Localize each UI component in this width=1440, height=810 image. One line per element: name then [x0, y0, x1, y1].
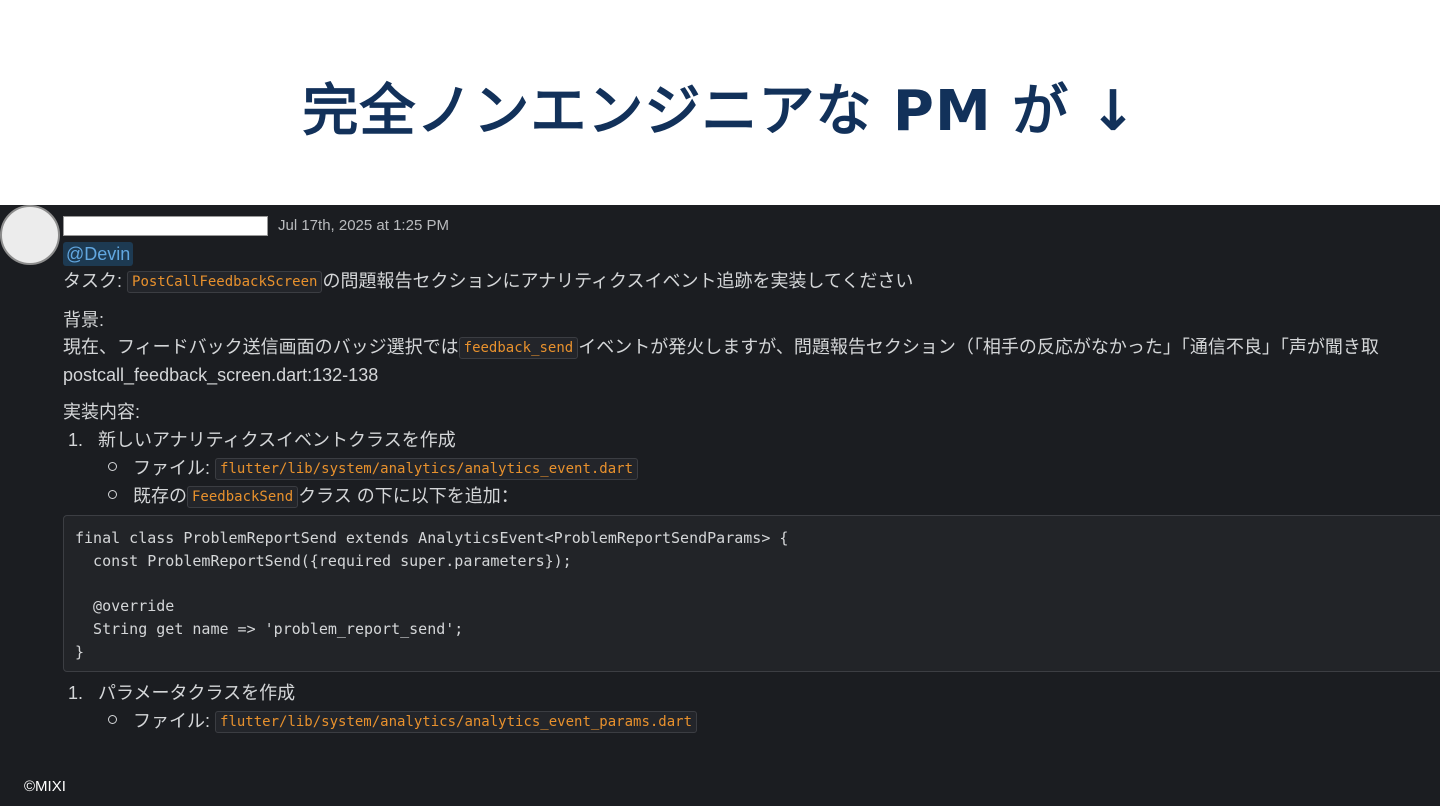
- step1-file-label: ファイル:: [133, 458, 216, 478]
- task-suffix: の問題報告セクションにアナリティクスイベント追跡を実装してください: [322, 271, 914, 291]
- bullet-icon: [108, 462, 117, 471]
- inline-code-screen: PostCallFeedbackScreen: [127, 271, 323, 293]
- background-line: 現在、フィードバック送信画面のバッジ選択では feedback_send イベントが…: [63, 335, 1379, 359]
- step2-file-label: ファイル:: [133, 711, 216, 731]
- bullet-icon: [108, 715, 117, 724]
- inline-code-params-path: flutter/lib/system/analytics/analytics_e…: [215, 711, 698, 733]
- step1-number: 1.: [68, 430, 84, 450]
- redacted-username: [63, 216, 268, 236]
- impl-heading: 実装内容:: [63, 402, 141, 422]
- step2-file-item: ファイル: flutter/lib/system/analytics/analy…: [108, 709, 698, 733]
- inline-code-file-path: flutter/lib/system/analytics/analytics_e…: [215, 458, 639, 480]
- background-heading: 背景:: [63, 310, 105, 330]
- file-reference: postcall_feedback_screen.dart:132-138: [63, 365, 379, 385]
- step1-file-item: ファイル: flutter/lib/system/analytics/analy…: [108, 456, 639, 480]
- task-prefix: タスク:: [63, 271, 128, 291]
- background-prefix: 現在、フィードバック送信画面のバッジ選択では: [63, 337, 459, 357]
- background-suffix: イベントが発火しますが、問題報告セクション（「相手の反応がなかった」「通信不良」…: [578, 337, 1379, 357]
- message-timestamp[interactable]: Jul 17th, 2025 at 1:25 PM: [278, 217, 449, 234]
- code-block[interactable]: final class ProblemReportSend extends An…: [63, 515, 1440, 672]
- inline-code-feedbacksend: FeedbackSend: [187, 486, 299, 508]
- step2-item: 1. パラメータクラスを作成: [68, 681, 295, 705]
- chat-message-screenshot: Jul 17th, 2025 at 1:25 PM @Devin タスク: Po…: [0, 205, 1440, 806]
- mention-devin[interactable]: @Devin: [63, 242, 134, 266]
- inline-code-feedback-send: feedback_send: [458, 337, 579, 359]
- step1-existing-suffix: クラス の下に以下を追加：: [298, 486, 519, 506]
- avatar[interactable]: [0, 205, 60, 265]
- step1-existing-prefix: 既存の: [133, 486, 187, 506]
- task-line: タスク: PostCallFeedbackScreen の問題報告セクションにアナ…: [63, 269, 913, 293]
- copyright: ©MIXI: [24, 778, 66, 795]
- bullet-icon: [108, 490, 117, 499]
- step1-item: 1. 新しいアナリティクスイベントクラスを作成: [68, 428, 456, 452]
- step1-label: 新しいアナリティクスイベントクラスを作成: [98, 430, 456, 450]
- step1-existing-item: 既存の FeedbackSend クラス の下に以下を追加：: [108, 484, 519, 508]
- step2-number: 1.: [68, 683, 84, 703]
- step2-label: パラメータクラスを作成: [98, 683, 296, 703]
- slide-title: 完全ノンエンジニアな PM が ↓: [302, 79, 1138, 144]
